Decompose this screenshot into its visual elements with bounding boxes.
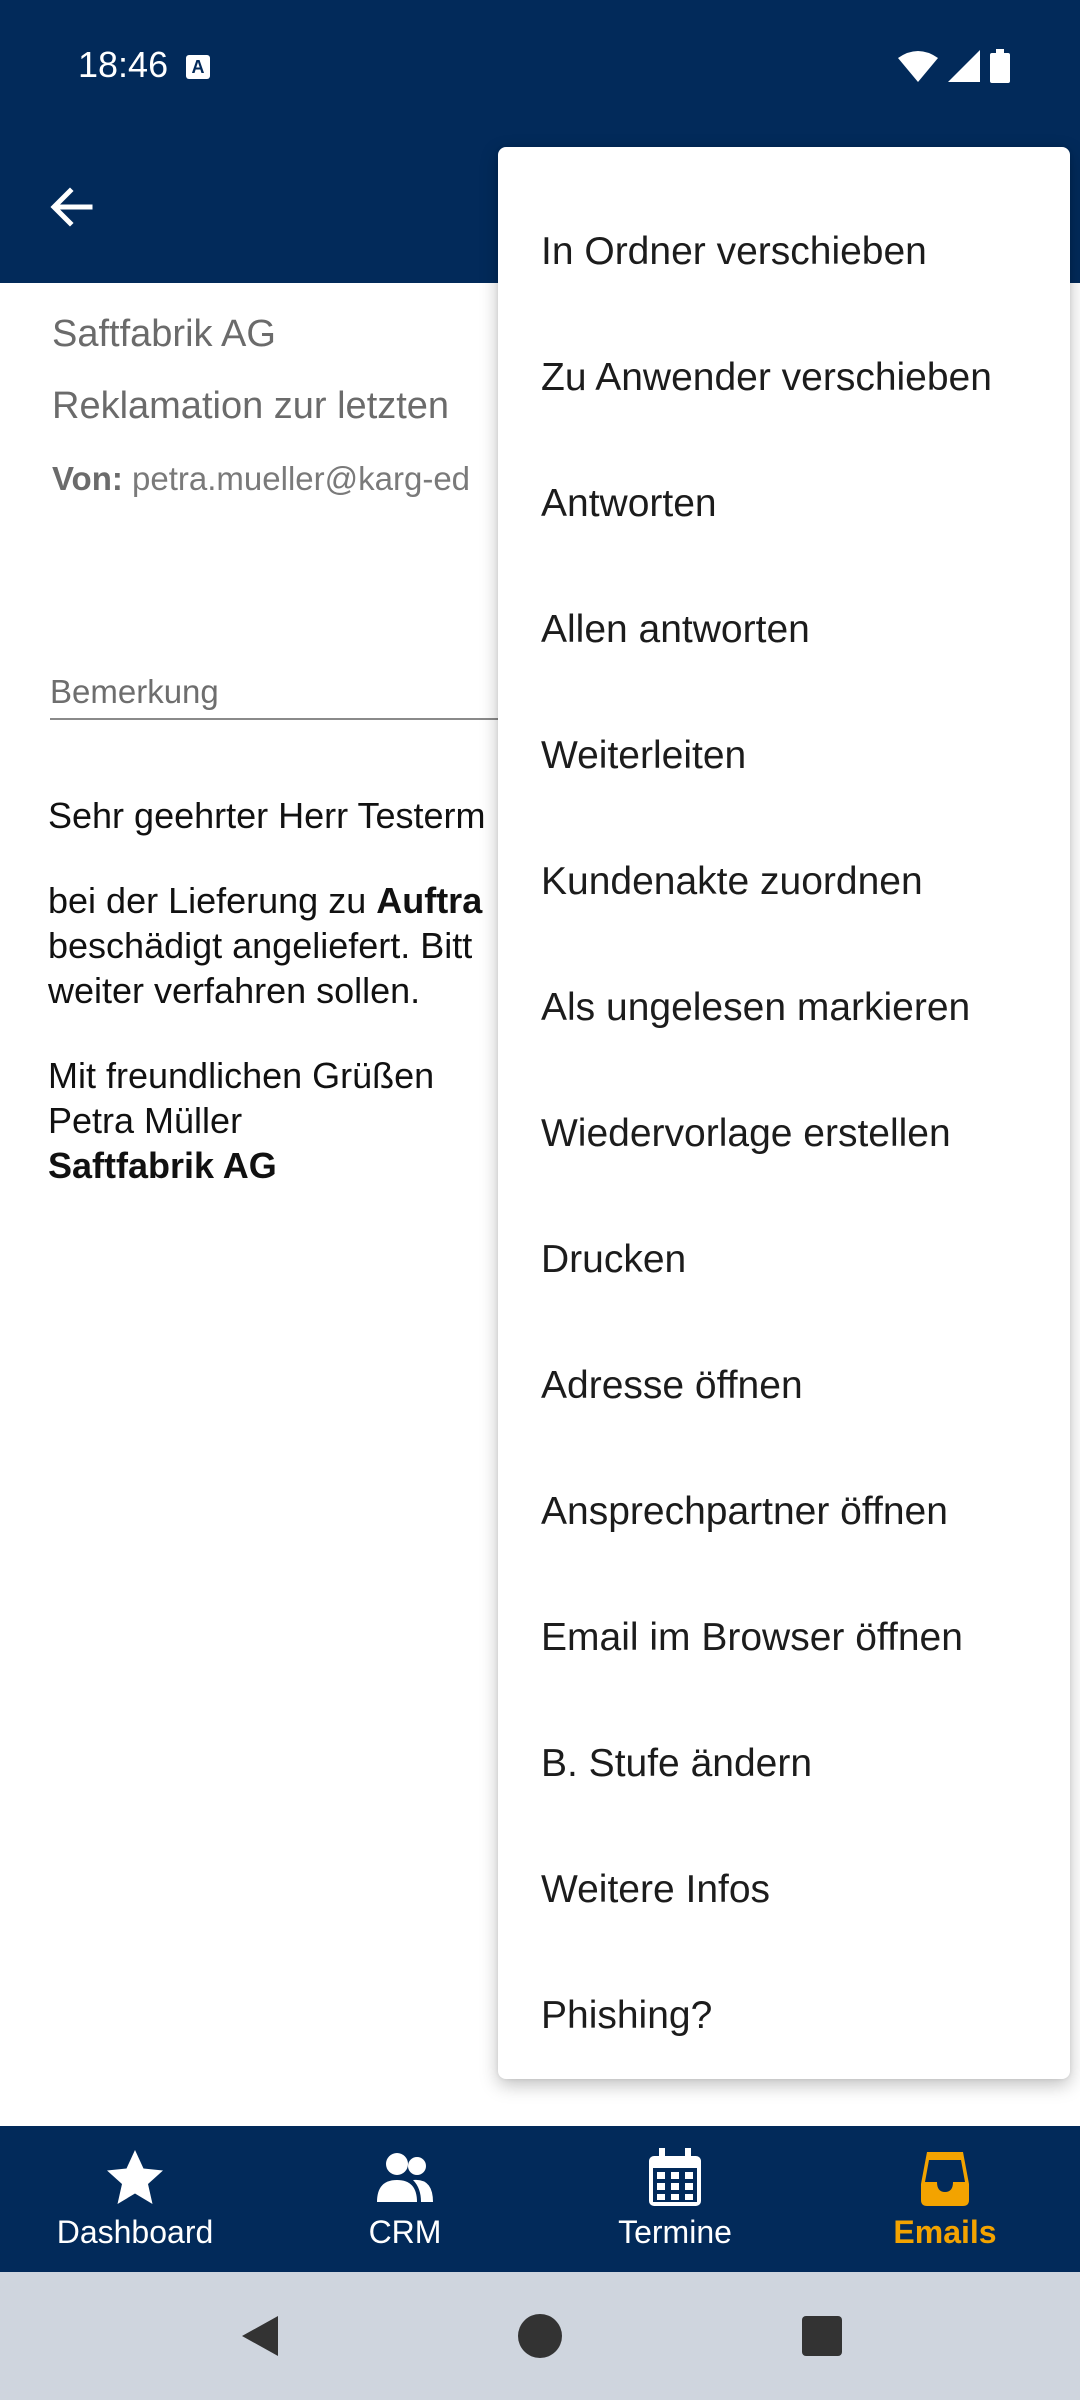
menu-item-more-info[interactable]: Weitere Infos xyxy=(498,1827,1070,1953)
menu-item-change-stage[interactable]: B. Stufe ändern xyxy=(498,1701,1070,1827)
body-signature: Mit freundlichen Grüßen Petra Müller Saf… xyxy=(48,1053,486,1188)
menu-item-create-followup[interactable]: Wiedervorlage erstellen xyxy=(498,1071,1070,1197)
from-label: Von: xyxy=(52,460,123,497)
menu-item-forward[interactable]: Weiterleiten xyxy=(498,693,1070,819)
nav-item-dashboard[interactable]: Dashboard xyxy=(0,2126,270,2272)
system-recents-icon[interactable] xyxy=(798,2312,846,2360)
menu-item-phishing[interactable]: Phishing? xyxy=(498,1953,1070,2079)
signal-icon xyxy=(948,50,980,82)
battery-icon xyxy=(990,49,1010,83)
nav-label-termine: Termine xyxy=(618,2214,732,2250)
wifi-icon xyxy=(898,51,938,82)
menu-item-open-contact[interactable]: Ansprechpartner öffnen xyxy=(498,1449,1070,1575)
nav-label-crm: CRM xyxy=(368,2214,442,2250)
system-nav-bar xyxy=(0,2272,1080,2400)
status-bar: 18:46 A xyxy=(0,0,1080,135)
keyboard-notification-icon: A xyxy=(186,55,210,79)
nav-label-dashboard: Dashboard xyxy=(56,2214,214,2250)
status-time: 18:46 xyxy=(78,44,169,85)
menu-item-assign-customer-file[interactable]: Kundenakte zuordnen xyxy=(498,819,1070,945)
menu-item-reply-all[interactable]: Allen antworten xyxy=(498,567,1070,693)
nav-item-crm[interactable]: CRM xyxy=(270,2126,540,2272)
system-home-icon[interactable] xyxy=(516,2312,564,2360)
email-subject: Reklamation zur letzten xyxy=(52,385,450,427)
star-icon xyxy=(107,2150,163,2204)
system-back-icon[interactable] xyxy=(236,2312,284,2360)
menu-item-move-folder[interactable]: In Ordner verschieben xyxy=(498,189,1070,315)
menu-item-open-address[interactable]: Adresse öffnen xyxy=(498,1323,1070,1449)
body-line1-bold: Auftra xyxy=(376,880,483,921)
body-line1-prefix: bei der Lieferung zu xyxy=(48,880,377,921)
bottom-nav: Dashboard CRM Termine Emails xyxy=(0,2126,1080,2272)
email-from: Von: petra.mueller@karg-ed xyxy=(52,460,470,498)
nav-item-emails[interactable]: Emails xyxy=(810,2126,1080,2272)
nav-item-termine[interactable]: Termine xyxy=(540,2126,810,2272)
body-line2: beschädigt angeliefert. Bitt xyxy=(48,925,473,966)
signature-name: Petra Müller xyxy=(48,1100,243,1141)
status-icons xyxy=(898,46,1010,86)
calendar-icon xyxy=(649,2148,701,2206)
menu-item-print[interactable]: Drucken xyxy=(498,1197,1070,1323)
body-paragraph: bei der Lieferung zu Auftra beschädigt a… xyxy=(48,878,486,1013)
menu-item-open-in-browser[interactable]: Email im Browser öffnen xyxy=(498,1575,1070,1701)
overflow-menu: In Ordner verschieben Zu Anwender versch… xyxy=(498,147,1070,2079)
email-body: Sehr geehrter Herr Testerm bei der Liefe… xyxy=(48,793,486,1228)
body-greeting: Sehr geehrter Herr Testerm xyxy=(48,795,486,836)
from-value: petra.mueller@karg-ed xyxy=(132,460,471,497)
back-arrow-icon[interactable] xyxy=(40,175,104,239)
body-closing: Mit freundlichen Grüßen xyxy=(48,1055,435,1096)
body-line3: weiter verfahren sollen. xyxy=(48,970,421,1011)
people-icon xyxy=(377,2153,433,2202)
nav-label-emails: Emails xyxy=(893,2214,997,2250)
signature-company: Saftfabrik AG xyxy=(48,1145,277,1186)
menu-item-mark-unread[interactable]: Als ungelesen markieren xyxy=(498,945,1070,1071)
email-company: Saftfabrik AG xyxy=(52,313,276,355)
menu-item-reply[interactable]: Antworten xyxy=(498,441,1070,567)
menu-item-move-user[interactable]: Zu Anwender verschieben xyxy=(498,315,1070,441)
inbox-icon xyxy=(921,2152,969,2206)
